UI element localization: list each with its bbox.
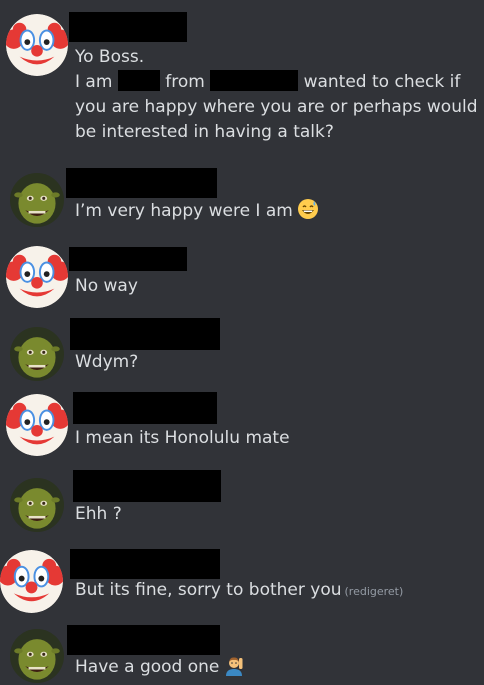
message-text-line-1: Yo Boss. [75,47,145,67]
message-text: I’m very happy were I am [75,198,319,224]
clown-avatar[interactable] [6,394,68,456]
shrek-icon [10,478,64,532]
message-text-line-4: be interested in having a talk? [75,122,334,142]
redacted-username[interactable] [69,247,187,271]
redacted-username[interactable] [73,470,221,502]
message-3: No way [0,240,484,310]
clown-icon [6,246,68,308]
sweat-smile-emoji [297,198,319,220]
person-raising-hand-emoji [223,654,245,676]
clown-icon [6,394,68,456]
redacted-name [117,70,160,91]
clown-icon [0,550,63,613]
shrek-avatar[interactable] [10,327,64,381]
shrek-avatar[interactable] [10,478,64,532]
shrek-icon [10,629,64,683]
edited-label: (redigeret) [344,585,404,598]
message-text: Wdym? [75,352,139,372]
message-text: Ehh ? [75,504,122,524]
shrek-avatar[interactable] [10,629,64,683]
redacted-username[interactable] [70,549,220,579]
redacted-username[interactable] [70,318,220,350]
message-8: Have a good one [0,622,484,685]
redacted-username[interactable] [67,625,220,655]
redacted-username[interactable] [69,12,187,42]
clown-avatar[interactable] [6,246,68,308]
message-text: Have a good one [75,654,245,680]
shrek-icon [10,327,64,381]
clown-avatar[interactable] [6,14,68,76]
message-6: Ehh ? [0,467,484,537]
message-7: But its fine, sorry to bother you (redige… [0,545,484,620]
message-text-line-3: you are happy where you are or perhaps w… [75,97,478,117]
message-5: I mean its Honolulu mate [0,390,484,460]
shrek-icon [10,173,64,227]
clown-avatar[interactable] [0,550,63,613]
shrek-avatar[interactable] [10,173,64,227]
message-1: Yo Boss. I am from wanted to check if yo… [0,0,484,160]
redacted-username[interactable] [73,392,217,424]
message-2: I’m very happy were I am [0,165,484,235]
message-text: I mean its Honolulu mate [75,428,290,448]
redacted-username[interactable] [66,168,217,198]
redacted-company [210,70,299,91]
clown-icon [6,14,68,76]
message-text: No way [75,276,138,296]
message-text: But its fine, sorry to bother you (redige… [75,580,404,600]
message-4: Wdym? [0,315,484,385]
message-text-line-2: I am from wanted to check if [75,70,461,92]
